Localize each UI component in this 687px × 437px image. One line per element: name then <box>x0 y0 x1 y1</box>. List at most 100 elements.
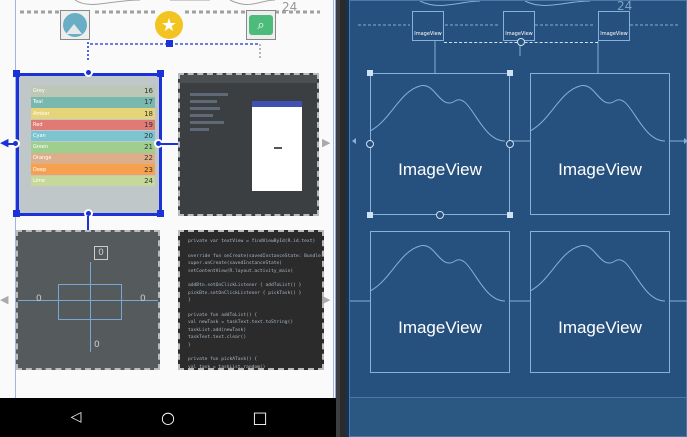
color-row-value: 17 <box>144 98 153 107</box>
color-row-value: 21 <box>144 143 153 152</box>
resize-handle-bottom-left[interactable] <box>13 210 20 217</box>
code-line: addBtn.setOnClickListener { addToList() … <box>188 283 302 289</box>
blueprint-surface: 24 ImageView ImageView ImageView ImageVi… <box>346 0 687 437</box>
color-row-label: Deep <box>33 166 47 173</box>
code-line: private var textView = findViewById(R.id… <box>188 239 316 244</box>
code-line: val newTask = taskText.text.toString() <box>188 320 294 326</box>
color-row-label: Amber <box>33 110 50 117</box>
left-margin-label: 0 <box>36 294 42 304</box>
bp-right-handle[interactable] <box>506 140 514 148</box>
color-row-value: 24 <box>144 176 153 185</box>
code-listing: private var textView = findViewById(R.id… <box>188 238 324 370</box>
color-row: Orange 22 <box>31 153 155 164</box>
back-button[interactable]: ◁ <box>61 398 91 437</box>
color-row: Grey 16 <box>31 86 155 97</box>
blueprint-nav-bar <box>349 398 687 437</box>
bp-resize-top-left[interactable] <box>367 70 373 76</box>
constraint-anchor[interactable] <box>166 40 173 47</box>
constraint-widget-box <box>58 284 122 320</box>
color-row: Deep 23 <box>31 164 155 175</box>
bottom-constraint-line <box>87 216 89 230</box>
image-view-ide[interactable] <box>178 73 319 216</box>
color-row-value: 23 <box>144 165 153 174</box>
ide-toolbar <box>180 75 317 83</box>
color-row: Cyan 20 <box>31 130 155 142</box>
image-tile-3[interactable]: ⌕ <box>246 10 276 40</box>
blueprint-image-view-1[interactable]: ImageView <box>370 73 510 215</box>
code-line: setContentView(R.layout.activity_main) <box>188 268 294 274</box>
home-button[interactable]: ○ <box>153 398 183 437</box>
color-row-label: Red <box>33 121 43 128</box>
color-row: Amber 18 <box>31 108 155 119</box>
resize-handle-bottom-right[interactable] <box>157 210 164 217</box>
resize-handle-top-left[interactable] <box>13 70 20 77</box>
right-constraint-line <box>160 143 178 145</box>
blueprint-small-view-3[interactable]: ImageView <box>598 11 630 41</box>
blueprint-small-view-2[interactable]: ImageView <box>503 11 535 41</box>
blueprint-small-view-1[interactable]: ImageView <box>412 11 444 41</box>
image-tile-2[interactable]: ★ <box>154 10 184 40</box>
bp-resize-top-right[interactable] <box>507 70 513 76</box>
bp-left-handle[interactable] <box>366 140 374 148</box>
image-view-constraints[interactable]: 0 0 0 0 <box>16 230 160 370</box>
color-row-label: Lime <box>33 177 46 184</box>
layout-editor: 24 ★ ⌕ Grey 16 Teal 17 Amber 18 Red 19 Cyan 20 Gre… <box>0 0 687 437</box>
top-constraint-handle[interactable] <box>84 68 93 77</box>
resize-handle-top-right[interactable] <box>157 70 164 77</box>
color-row-value: 19 <box>144 120 153 129</box>
image-icon <box>63 13 87 37</box>
android-nav-bar: ◁ ○ □ <box>0 398 336 437</box>
code-line: taskText.text.clear() <box>188 335 247 341</box>
color-row-value: 18 <box>144 109 153 118</box>
color-row: Teal 17 <box>31 97 155 108</box>
design-device-screen: 24 ★ ⌕ Grey 16 Teal 17 Amber 18 Red 19 Cyan 20 Gre… <box>0 0 336 398</box>
color-row: Red 19 <box>31 119 155 131</box>
code-line: } <box>188 298 191 304</box>
color-row-label: Grey <box>33 88 45 95</box>
code-line: taskList.add(newTask) <box>188 327 247 333</box>
color-list: Grey 16 Teal 17 Amber 18 Red 19 Cyan 20 Green 21 Ora… <box>31 86 155 187</box>
color-row-value: 20 <box>144 132 153 141</box>
top-margin-value: 24 <box>282 0 298 14</box>
color-row-label: Green <box>33 144 49 151</box>
left-edge-arrow: ◀ <box>0 293 9 306</box>
blueprint-anchor[interactable] <box>517 38 525 46</box>
bottom-margin-label: 0 <box>94 340 100 350</box>
code-line: super.onCreate(savedInstanceState) <box>188 261 283 267</box>
code-line: } <box>188 342 191 348</box>
image-tile-1[interactable] <box>60 10 90 40</box>
blueprint-device-screen: 24 ImageView ImageView ImageView ImageVi… <box>349 0 687 398</box>
design-surface: 24 ★ ⌕ Grey 16 Teal 17 Amber 18 Red 19 Cyan 20 Gre… <box>0 0 340 437</box>
selected-image-view[interactable]: Grey 16 Teal 17 Amber 18 Red 19 Cyan 20 Green 21 Ora… <box>16 73 162 216</box>
right-margin-label: 0 <box>140 294 146 304</box>
star-icon: ★ <box>155 11 183 39</box>
code-line: pickBtn.setOnClickListener { pickTask() … <box>188 290 302 296</box>
code-line: override fun onCreate(savedInstanceState… <box>188 253 324 259</box>
color-row: Lime 24 <box>31 175 155 187</box>
margin-input[interactable]: 0 <box>94 246 108 260</box>
code-line: val task = taskList.random() <box>188 364 266 370</box>
blueprint-image-view-2[interactable]: ImageView <box>530 73 670 215</box>
blueprint-image-view-4[interactable]: ImageView <box>530 231 670 373</box>
ide-project-tree <box>190 89 228 169</box>
code-line: private fun pickATask() { <box>188 357 258 363</box>
color-row-label: Teal <box>33 99 43 106</box>
color-row-label: Orange <box>33 155 52 162</box>
image-view-code[interactable]: private var textView = findViewById(R.id… <box>178 230 324 370</box>
ide-device-preview <box>252 101 302 191</box>
color-row-value: 16 <box>144 87 153 96</box>
color-row-label: Cyan <box>33 133 46 140</box>
color-row-value: 22 <box>144 154 153 163</box>
bp-bottom-handle[interactable] <box>436 211 444 219</box>
blueprint-image-view-3[interactable]: ImageView <box>370 231 510 373</box>
right-edge-arrow-2: ▶ <box>322 293 331 306</box>
bp-resize-bottom-right[interactable] <box>507 212 513 218</box>
bp-resize-bottom-left[interactable] <box>367 212 373 218</box>
recents-button[interactable]: □ <box>245 398 275 437</box>
left-constraint-line <box>6 143 16 145</box>
folder-search-icon: ⌕ <box>249 15 273 35</box>
